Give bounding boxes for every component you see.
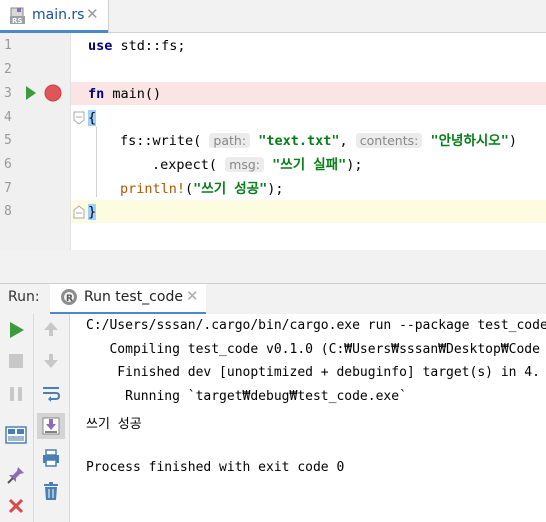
layout-icon[interactable] — [5, 425, 27, 449]
tab-filename: main.rs — [32, 7, 85, 23]
line-number: 6 — [4, 157, 12, 172]
string-literal: "쓰기 실패" — [272, 157, 347, 173]
param-hint-contents: contents: — [355, 133, 423, 148]
code-line-1: use std::fs; — [88, 35, 186, 57]
rust-file-icon: RS — [10, 7, 28, 25]
code-line-3: fn main() — [88, 83, 161, 105]
run-tab-label: Run test_code — [84, 289, 183, 305]
rerun-icon[interactable] — [6, 320, 26, 344]
close-run-tab-icon[interactable]: ✕ — [186, 287, 199, 305]
code-text: main() — [104, 86, 162, 102]
code-text: ( — [185, 181, 194, 197]
string-literal: "text.txt" — [258, 133, 340, 149]
line-number: 5 — [4, 133, 12, 148]
code-line-5: fs::write( path: "text.txt", contents: "… — [120, 130, 517, 152]
console-line: Process finished with exit code 0 — [86, 460, 345, 475]
print-icon[interactable] — [41, 448, 61, 472]
console-line: Running `target₩debug₩test_code.exe` — [86, 389, 407, 404]
code-text: ); — [267, 181, 284, 197]
close-icon[interactable] — [7, 497, 25, 519]
param-hint-msg: msg: — [225, 157, 265, 172]
keyword: fn — [88, 86, 105, 102]
gutter-separator — [70, 33, 71, 250]
svg-text:RS: RS — [12, 17, 22, 25]
code-text: fs::write( — [120, 133, 202, 149]
keyword: use — [88, 38, 113, 54]
console-line: Compiling test_code v0.1.0 (C:₩Users₩sss… — [86, 342, 540, 357]
string-literal: "안녕하시오" — [430, 133, 509, 149]
panel-splitter[interactable] — [0, 250, 546, 283]
scroll-to-end-button[interactable] — [37, 413, 65, 439]
scroll-up-icon[interactable] — [42, 320, 60, 342]
soft-wrap-icon[interactable] — [41, 383, 61, 407]
line-number: 4 — [4, 110, 12, 125]
run-config-tab[interactable]: R Run test_code ✕ — [50, 284, 206, 315]
line-number: 3 — [4, 86, 12, 101]
console-line: Finished dev [unoptimized + debuginfo] t… — [86, 365, 540, 380]
fold-open-icon[interactable] — [73, 110, 85, 129]
fold-close-icon[interactable] — [73, 204, 85, 223]
console-line: 쓰기 성공 — [86, 417, 142, 432]
matched-brace: } — [88, 204, 97, 220]
line-number: 8 — [4, 204, 12, 219]
matched-brace: { — [88, 110, 97, 126]
line-number: 1 — [4, 38, 12, 53]
string-literal: "쓰기 성공" — [193, 181, 268, 197]
run-gutter-icon[interactable] — [25, 85, 37, 105]
code-line-6: .expect( msg: "쓰기 실패"); — [152, 154, 363, 176]
rust-gear-icon: R — [60, 288, 78, 306]
code-text: ) — [508, 133, 517, 149]
svg-text:R: R — [66, 294, 73, 304]
close-tab-icon[interactable]: ✕ — [86, 5, 99, 23]
code-text: .expect( — [152, 157, 218, 173]
code-line-7: println!("쓰기 성공"); — [120, 178, 284, 200]
indent-guide — [96, 127, 97, 197]
code-text: , — [339, 133, 348, 149]
console-line: C:/Users/sssan/.cargo/bin/cargo.exe run … — [86, 318, 546, 333]
code-text: std::fs; — [112, 38, 186, 54]
macro-name: println! — [120, 181, 186, 197]
scroll-down-icon[interactable] — [42, 352, 60, 374]
param-hint-path: path: — [209, 133, 251, 148]
breakpoint-icon[interactable] — [44, 84, 62, 106]
code-text: ); — [346, 157, 363, 173]
tab-main-rs[interactable]: RS main.rs ✕ — [0, 0, 109, 32]
code-line-4: { — [88, 107, 97, 129]
line-number: 2 — [4, 62, 12, 77]
stop-icon[interactable] — [7, 352, 25, 374]
breakpoint-line-highlight — [0, 82, 546, 105]
pin-icon[interactable] — [6, 465, 26, 489]
run-toolbar-primary — [0, 314, 34, 522]
trash-icon[interactable] — [41, 481, 61, 505]
pause-icon[interactable] — [7, 385, 25, 407]
line-number: 7 — [4, 181, 12, 196]
code-line-8: } — [88, 201, 97, 223]
run-window-label: Run: — [8, 289, 40, 305]
